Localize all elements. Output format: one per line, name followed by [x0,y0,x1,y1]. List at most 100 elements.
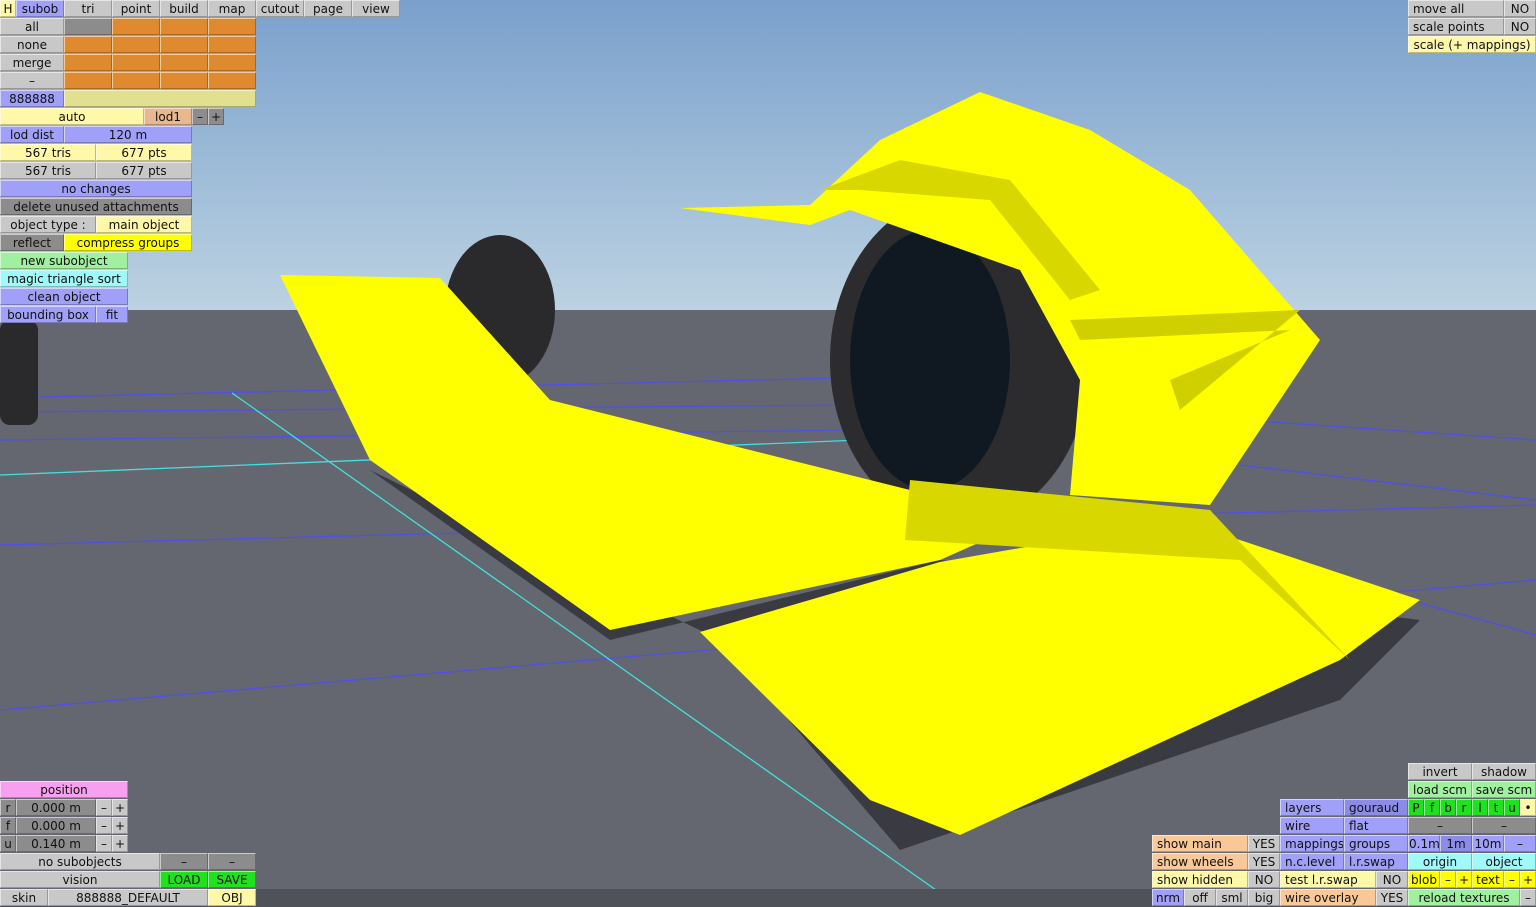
grid-0.1m-button[interactable]: 0.1m [1408,835,1440,852]
u-minus-button[interactable]: – [96,835,112,852]
text-button[interactable]: text [1472,871,1504,888]
blob-minus-button[interactable]: – [1440,871,1456,888]
obj-button[interactable]: OBJ [208,889,256,906]
dash-button[interactable]: – [208,853,256,870]
grid-10m-button[interactable]: 10m [1472,835,1504,852]
subobject-slot[interactable] [64,54,112,71]
select-all-button[interactable]: all [0,18,64,35]
subobject-slot[interactable] [64,18,112,35]
r-plus-button[interactable]: + [112,799,128,816]
view-t-button[interactable]: t [1488,799,1504,816]
view-p-button[interactable]: P [1408,799,1424,816]
nrm-button[interactable]: nrm [1152,889,1184,906]
save-button[interactable]: SAVE [208,871,256,888]
shadow-button[interactable]: shadow [1472,763,1536,780]
tab-subob[interactable]: subob [16,0,64,17]
scale-mappings-button[interactable]: scale (+ mappings) [1408,36,1536,53]
grid-1m-button[interactable]: 1m [1440,835,1472,852]
big-button[interactable]: big [1248,889,1280,906]
sml-button[interactable]: sml [1216,889,1248,906]
help-button[interactable]: H [0,0,16,17]
subobject-slot[interactable] [112,72,160,89]
mappings-button[interactable]: mappings [1280,835,1344,852]
magic-triangle-sort-button[interactable]: magic triangle sort [0,270,128,287]
color-code-button[interactable]: 888888 [0,90,64,107]
subobject-slot[interactable] [208,72,256,89]
select-none-button[interactable]: none [0,36,64,53]
dash-button[interactable]: – [1520,889,1536,906]
tab-page[interactable]: page [304,0,352,17]
blob-button[interactable]: blob [1408,871,1440,888]
lod-minus-button[interactable]: – [192,108,208,125]
scale-points-button[interactable]: scale points [1408,18,1504,35]
dash-button[interactable]: – [0,72,64,89]
subobject-slot[interactable] [112,54,160,71]
subobject-slot[interactable] [64,72,112,89]
save-scm-button[interactable]: save scm [1472,781,1536,798]
f-plus-button[interactable]: + [112,817,128,834]
show-main-button[interactable]: show main [1152,835,1248,852]
lod-plus-button[interactable]: + [208,108,224,125]
view-l-button[interactable]: l [1472,799,1488,816]
subobject-slot[interactable] [64,36,112,53]
subobject-slot[interactable] [160,54,208,71]
wire-overlay-button[interactable]: wire overlay [1280,889,1376,906]
tab-tri[interactable]: tri [64,0,112,17]
text-minus-button[interactable]: – [1504,871,1520,888]
lr-swap-button[interactable]: l.r.swap [1344,853,1408,870]
text-plus-button[interactable]: + [1520,871,1536,888]
invert-button[interactable]: invert [1408,763,1472,780]
subobjects-select[interactable]: no subobjects [0,853,160,870]
f-minus-button[interactable]: – [96,817,112,834]
blob-plus-button[interactable]: + [1456,871,1472,888]
reflect-button[interactable]: reflect [0,234,64,251]
subobject-slot[interactable] [208,18,256,35]
u-plus-button[interactable]: + [112,835,128,852]
dash-button[interactable]: – [1408,817,1472,834]
show-hidden-button[interactable]: show hidden [1152,871,1248,888]
dash-button[interactable]: – [160,853,208,870]
skin-select[interactable]: 888888_DEFAULT [48,889,208,906]
load-scm-button[interactable]: load scm [1408,781,1472,798]
lod-auto-button[interactable]: auto [0,108,144,125]
tab-view[interactable]: view [352,0,400,17]
view-f-button[interactable]: f [1424,799,1440,816]
groups-button[interactable]: groups [1344,835,1408,852]
origin-button[interactable]: origin [1408,853,1472,870]
dash-button[interactable]: – [1472,817,1536,834]
tab-cutout[interactable]: cutout [256,0,304,17]
subobject-slot[interactable] [208,36,256,53]
clean-object-button[interactable]: clean object [0,288,128,305]
subobject-slot[interactable] [160,36,208,53]
gouraud-button[interactable]: gouraud [1344,799,1408,816]
off-button[interactable]: off [1184,889,1216,906]
tab-map[interactable]: map [208,0,256,17]
fit-button[interactable]: fit [96,306,128,323]
tab-build[interactable]: build [160,0,208,17]
subobject-slot[interactable] [112,36,160,53]
view-b-button[interactable]: b [1440,799,1456,816]
subobject-slot[interactable] [160,18,208,35]
test-lr-swap-button[interactable]: test l.r.swap [1280,871,1376,888]
layers-button[interactable]: layers [1280,799,1344,816]
load-button[interactable]: LOAD [160,871,208,888]
reload-textures-button[interactable]: reload textures [1408,889,1520,906]
delete-unused-attachments-button[interactable]: delete unused attachments [0,198,192,215]
nc-level-button[interactable]: n.c.level [1280,853,1344,870]
subobject-slot[interactable] [112,18,160,35]
subobject-slot[interactable] [160,72,208,89]
object-button[interactable]: object [1472,853,1536,870]
3d-viewport[interactable] [0,0,1536,907]
grid-dash-button[interactable]: – [1504,835,1536,852]
compress-groups-button[interactable]: compress groups [64,234,192,251]
tab-point[interactable]: point [112,0,160,17]
dot-button[interactable]: • [1520,799,1536,816]
move-all-button[interactable]: move all [1408,0,1504,17]
flat-button[interactable]: flat [1344,817,1408,834]
view-u-button[interactable]: u [1504,799,1520,816]
vision-button[interactable]: vision [0,871,160,888]
view-r-button[interactable]: r [1456,799,1472,816]
r-minus-button[interactable]: – [96,799,112,816]
bounding-box-button[interactable]: bounding box [0,306,96,323]
wire-button[interactable]: wire [1280,817,1344,834]
